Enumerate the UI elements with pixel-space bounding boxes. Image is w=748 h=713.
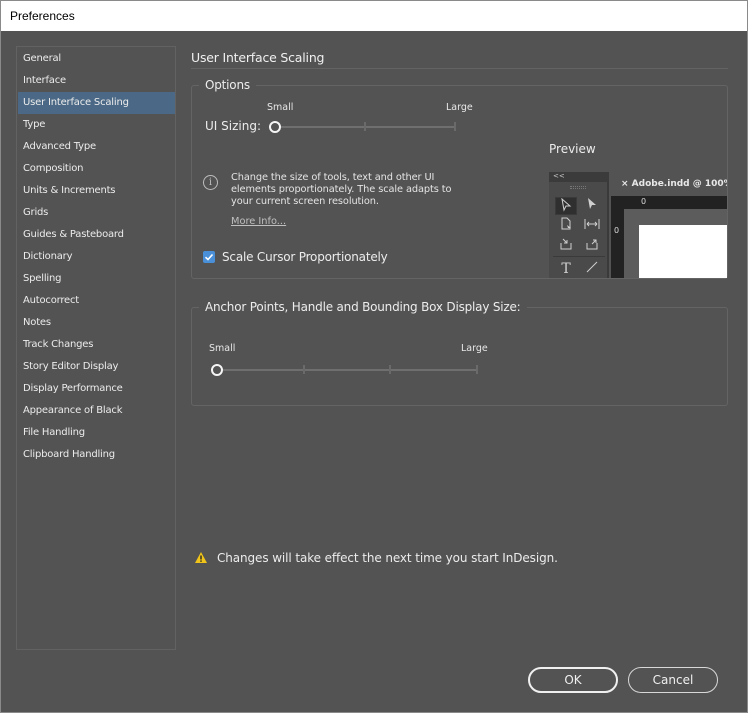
- more-info-link[interactable]: More Info...: [231, 216, 286, 227]
- anchor-size-track[interactable]: [217, 369, 477, 371]
- page-tool-icon: [555, 217, 577, 235]
- line-tool-icon: [581, 260, 603, 278]
- selection-tool-icon: [555, 197, 577, 215]
- sidebar-item-grids[interactable]: Grids: [18, 202, 175, 224]
- warning-icon: [195, 552, 207, 563]
- ruler-zero-v: 0: [614, 226, 620, 235]
- sidebar-item-user-interface-scaling[interactable]: User Interface Scaling: [18, 92, 175, 114]
- sidebar-item-general[interactable]: General: [18, 48, 175, 70]
- document-page: [639, 225, 727, 278]
- anchor-size-slider[interactable]: [211, 362, 483, 378]
- ui-sizing-tick: [364, 122, 366, 131]
- ui-sizing-label: UI Sizing:: [205, 119, 261, 133]
- preferences-sidebar: General Interface User Interface Scaling Ty…: [16, 46, 176, 650]
- ui-sizing-thumb[interactable]: [269, 121, 281, 133]
- anchor-size-tick: [476, 365, 478, 374]
- section-title: User Interface Scaling: [191, 50, 325, 65]
- tools-separator: [553, 256, 605, 257]
- anchor-size-thumb[interactable]: [211, 364, 223, 376]
- anchor-size-legend: Anchor Points, Handle and Bounding Box D…: [199, 300, 527, 314]
- sidebar-item-guides-pasteboard[interactable]: Guides & Pasteboard: [18, 224, 175, 246]
- type-tool-icon: T: [561, 261, 571, 277]
- window-title: Preferences: [10, 9, 75, 23]
- anchor-size-group: [191, 307, 728, 406]
- ui-sizing-tick: [454, 122, 456, 131]
- ok-button[interactable]: OK: [528, 667, 618, 693]
- ui-sizing-small-label: Small: [267, 102, 294, 113]
- anchor-small-label: Small: [209, 343, 236, 354]
- anchor-large-label: Large: [461, 343, 488, 354]
- sidebar-item-clipboard-handling[interactable]: Clipboard Handling: [18, 444, 175, 466]
- preview-label: Preview: [549, 142, 596, 156]
- preview-panel: << T × Adobe.indd @ 100 0 0: [549, 172, 727, 278]
- section-divider: [191, 68, 728, 69]
- sidebar-item-composition[interactable]: Composition: [18, 158, 175, 180]
- anchor-size-tick: [389, 365, 392, 374]
- document-preview: × Adobe.indd @ 100% | 0 0: [611, 172, 727, 278]
- document-tab: × Adobe.indd @ 100% |: [611, 172, 727, 196]
- sidebar-item-story-editor-display[interactable]: Story Editor Display: [18, 356, 175, 378]
- preferences-dialog: Preferences General Interface User Interfa…: [0, 0, 748, 713]
- title-bar: Preferences: [1, 1, 747, 31]
- content-collector-icon: [555, 237, 577, 255]
- cancel-button[interactable]: Cancel: [628, 667, 718, 693]
- ruler-zero-h: 0: [641, 197, 647, 206]
- scale-cursor-label: Scale Cursor Proportionately: [222, 250, 388, 264]
- anchor-size-tick: [302, 365, 305, 374]
- sidebar-item-interface[interactable]: Interface: [18, 70, 175, 92]
- sidebar-item-file-handling[interactable]: File Handling: [18, 422, 175, 444]
- sidebar-item-advanced-type[interactable]: Advanced Type: [18, 136, 175, 158]
- sidebar-item-autocorrect[interactable]: Autocorrect: [18, 290, 175, 312]
- sidebar-item-notes[interactable]: Notes: [18, 312, 175, 334]
- tools-panel-preview: << T: [549, 172, 609, 278]
- sidebar-item-type[interactable]: Type: [18, 114, 175, 136]
- panel-collapse-icon: <<: [549, 172, 609, 182]
- ui-sizing-large-label: Large: [446, 102, 473, 113]
- gap-tool-icon: [581, 217, 603, 235]
- checkmark-icon: [204, 253, 214, 261]
- content-placer-icon: [581, 237, 603, 255]
- options-legend: Options: [199, 78, 256, 92]
- sidebar-item-dictionary[interactable]: Dictionary: [18, 246, 175, 268]
- warning-text: Changes will take effect the next time y…: [217, 551, 558, 565]
- sidebar-item-spelling[interactable]: Spelling: [18, 268, 175, 290]
- sidebar-item-appearance-of-black[interactable]: Appearance of Black: [18, 400, 175, 422]
- sidebar-item-units-increments[interactable]: Units & Increments: [18, 180, 175, 202]
- ui-sizing-slider[interactable]: [269, 119, 461, 135]
- info-text: Change the size of tools, text and other…: [231, 172, 452, 207]
- direct-selection-tool-icon: [581, 197, 603, 215]
- panel-grip: [570, 186, 586, 189]
- scale-cursor-checkbox[interactable]: [203, 251, 215, 263]
- vertical-ruler: 0: [611, 196, 624, 278]
- sidebar-item-track-changes[interactable]: Track Changes: [18, 334, 175, 356]
- horizontal-ruler: 0: [611, 196, 727, 209]
- sidebar-item-display-performance[interactable]: Display Performance: [18, 378, 175, 400]
- info-icon: i: [203, 175, 218, 190]
